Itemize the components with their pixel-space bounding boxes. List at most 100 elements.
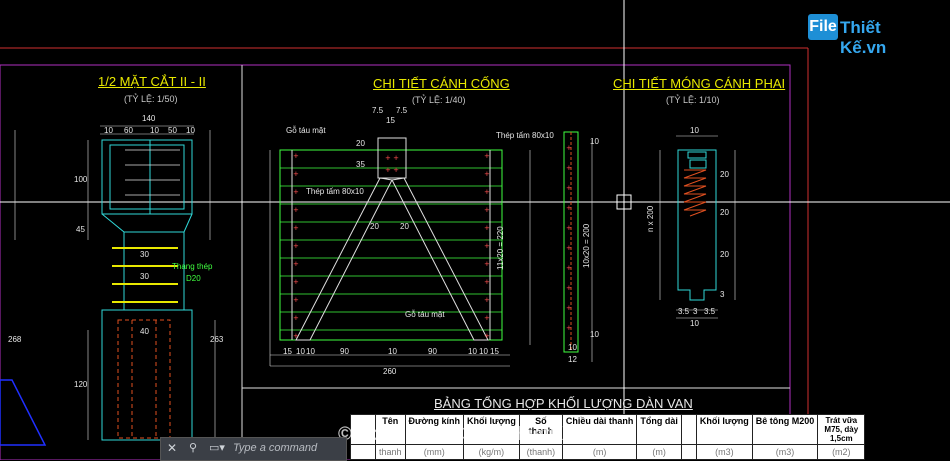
logo-text: Thiết Kế.vn <box>840 18 887 57</box>
dim-label: 10 <box>590 330 599 339</box>
table-header: Bê tông M200 <box>751 414 819 445</box>
svg-text:+: + <box>293 296 299 304</box>
table-row: thanh (mm) (kg/m) (thanh) (m) (m) (m3) (… <box>350 444 866 460</box>
rebar-note: Thang thép <box>172 262 213 271</box>
dim-label: 263 <box>210 335 224 344</box>
svg-text:+: + <box>293 278 299 286</box>
section-mid-title: CHI TIẾT CÁNH CỐNG <box>373 76 510 91</box>
dim-label: 268 <box>8 335 22 344</box>
dim-label: 35 <box>356 160 365 169</box>
filethietke-logo: File Thiết Kế.vn <box>808 10 923 57</box>
dim-label: 10 <box>296 347 305 356</box>
table-cell: (thanh) <box>518 444 563 460</box>
height-dim-2: 10x20 = 200 <box>582 223 591 268</box>
close-icon[interactable]: ✕ <box>167 441 177 455</box>
dim-label: 20 <box>400 222 409 231</box>
svg-text:+: + <box>293 260 299 268</box>
dim-label: 20 <box>720 208 729 217</box>
svg-text:+: + <box>566 284 572 292</box>
dim-label: 7.5 <box>372 106 384 115</box>
command-line[interactable]: ✕ ⚲ ▭▾ Type a command <box>160 437 347 461</box>
dim-label: 10 <box>150 126 159 135</box>
table-cell: (mm) <box>404 444 464 460</box>
dim-label: 12 <box>568 355 577 364</box>
dim-label: 60 <box>124 126 133 135</box>
section-right-title: CHI TIẾT MÓNG CÁNH PHAI <box>613 76 786 91</box>
svg-text:+: + <box>484 206 490 214</box>
svg-text:+: + <box>484 188 490 196</box>
svg-text:+: + <box>484 296 490 304</box>
svg-text:+: + <box>566 184 572 192</box>
section-right-scale: (TỶ LỆ: 1/10) <box>666 95 720 105</box>
svg-text:+: + <box>566 304 572 312</box>
height-dim: 11x20 = 220 <box>496 226 505 270</box>
table-cell <box>350 444 376 460</box>
dim-label: 10 <box>690 319 699 328</box>
svg-text:+: + <box>484 278 490 286</box>
dim-label: 20 <box>720 170 729 179</box>
wrench-icon[interactable]: ⚲ <box>189 441 197 454</box>
dim-label: 20 <box>720 250 729 259</box>
material-label: Thép tấm 80x10 <box>306 187 364 196</box>
dim-label: 10 <box>104 126 113 135</box>
svg-text:+: + <box>293 332 299 340</box>
svg-text:+: + <box>566 164 572 172</box>
rebar-size: D20 <box>186 274 201 283</box>
svg-text:+: + <box>484 242 490 250</box>
svg-text:+: + <box>566 144 572 152</box>
svg-text:+ +: + + <box>385 166 399 174</box>
dim-label: 90 <box>428 347 437 356</box>
dim-label: 50 <box>168 126 177 135</box>
svg-text:+: + <box>293 224 299 232</box>
command-input[interactable]: Type a command <box>233 442 317 454</box>
svg-text:+: + <box>293 188 299 196</box>
dim-label: 10 <box>479 347 488 356</box>
dim-label: 3 <box>720 290 725 299</box>
material-label: Gỗ táu mặt <box>286 126 326 135</box>
dim-label: 15 <box>386 116 395 125</box>
svg-text:+: + <box>566 324 572 332</box>
dim-label: 140 <box>142 114 156 123</box>
dim-label: 20 <box>356 139 365 148</box>
dim-label: 15 <box>490 347 499 356</box>
section-mid-scale: (TỶ LỆ: 1/40) <box>412 95 466 105</box>
dim-label: 3.5 <box>678 307 690 316</box>
dim-label: 100 <box>74 175 88 184</box>
dim-label: n x 200 <box>646 205 655 232</box>
section-left-title: 1/2 MẶT CẮT II - II <box>98 74 206 89</box>
cad-drawing-canvas[interactable]: + + + + + + + + + + + + + + + + + + + + + + + + + + + + + + … <box>0 0 950 460</box>
svg-text:+: + <box>293 242 299 250</box>
dim-label: 40 <box>140 327 149 336</box>
dim-label: 10 <box>468 347 477 356</box>
table-cell: (m2) <box>817 444 866 460</box>
svg-text:+: + <box>566 264 572 272</box>
total-width: 260 <box>383 367 397 376</box>
dim-label: 3 <box>693 307 698 316</box>
svg-text:+ +: + + <box>385 154 399 162</box>
dim-label: 10 <box>590 137 599 146</box>
dim-label: 120 <box>74 380 88 389</box>
table-cell: thanh <box>375 444 406 460</box>
table-cell: (kg/m) <box>462 444 520 460</box>
svg-text:+: + <box>484 314 490 322</box>
table-cell: (m) <box>636 444 682 460</box>
dim-label: 3.5 <box>704 307 716 316</box>
dim-label: 10 <box>306 347 315 356</box>
svg-text:+: + <box>484 224 490 232</box>
svg-text:+: + <box>293 206 299 214</box>
table-header: Tổng dài <box>636 414 682 445</box>
table-header <box>680 414 697 445</box>
dim-label: 45 <box>76 225 85 234</box>
dim-label: 7.5 <box>396 106 408 115</box>
svg-text:+: + <box>484 260 490 268</box>
dim-label: 30 <box>140 272 149 281</box>
svg-text:+: + <box>484 152 490 160</box>
command-prompt-icon[interactable]: ▭▾ <box>209 441 225 454</box>
table-header: Trát vữa M75, dày 1,5cm <box>817 414 866 445</box>
dim-label: 10 <box>568 343 577 352</box>
copyright-watermark: © Copyright © FileThietKe.vn <box>338 424 602 445</box>
table-cell <box>680 444 697 460</box>
svg-text:+: + <box>293 152 299 160</box>
svg-text:+: + <box>566 204 572 212</box>
svg-text:+: + <box>293 170 299 178</box>
